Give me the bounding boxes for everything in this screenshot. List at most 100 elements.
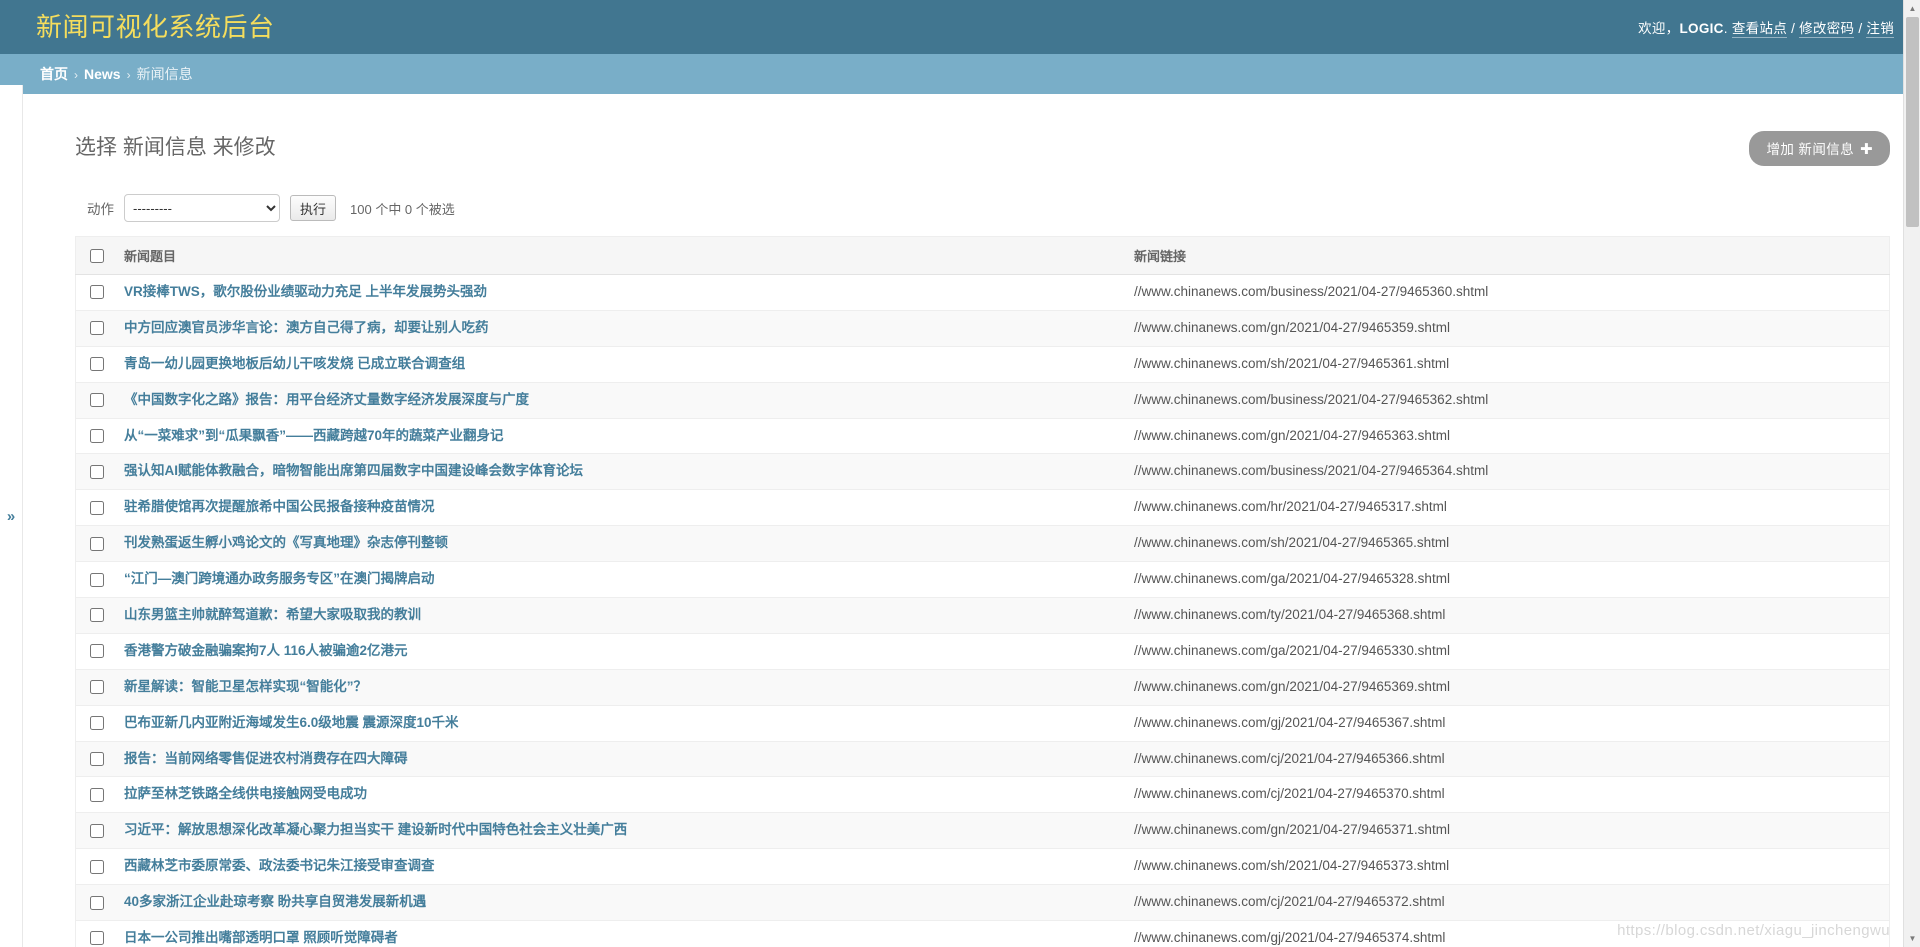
row-select-cell bbox=[76, 598, 115, 634]
content-header: 选择 新闻信息 来修改 增加 新闻信息✚ bbox=[49, 117, 1890, 166]
row-checkbox[interactable] bbox=[90, 824, 104, 838]
row-select-cell bbox=[76, 490, 115, 526]
row-title-link[interactable]: 习近平：解放思想深化改革凝心聚力担当实干 建设新时代中国特色社会主义壮美广西 bbox=[124, 822, 627, 837]
column-header-url[interactable]: 新闻链接 bbox=[1124, 237, 1890, 275]
row-title-link[interactable]: 西藏林芝市委原常委、政法委书记朱江接受审查调查 bbox=[124, 858, 435, 873]
breadcrumb-app[interactable]: News bbox=[84, 66, 121, 82]
row-select-cell bbox=[76, 669, 115, 705]
row-title-link[interactable]: 日本一公司推出嘴部透明口罩 照顾听觉障碍者 bbox=[124, 930, 398, 945]
user-tools: 欢迎，LOGIC. 查看站点/修改密码/注销 bbox=[1638, 17, 1894, 37]
row-url-cell: //www.chinanews.com/sh/2021/04-27/946536… bbox=[1124, 526, 1890, 562]
row-checkbox[interactable] bbox=[90, 896, 104, 910]
main-container: 选择 新闻信息 来修改 增加 新闻信息✚ 动作 --------- 执行 100… bbox=[0, 95, 1920, 947]
row-title-link[interactable]: 《中国数字化之路》报告：用平台经济丈量数字经济发展深度与广度 bbox=[124, 392, 529, 407]
row-title-link[interactable]: 巴布亚新几内亚附近海域发生6.0级地震 震源深度10千米 bbox=[124, 715, 459, 730]
row-checkbox[interactable] bbox=[90, 285, 104, 299]
row-select-cell bbox=[76, 849, 115, 885]
row-select-cell bbox=[76, 741, 115, 777]
page-scrollbar[interactable]: ▲ ▼ bbox=[1903, 0, 1920, 947]
breadcrumb-current: 新闻信息 bbox=[137, 66, 193, 82]
row-url-cell: //www.chinanews.com/ga/2021/04-27/946533… bbox=[1124, 633, 1890, 669]
view-site-link[interactable]: 查看站点 bbox=[1732, 21, 1787, 38]
row-url-cell: //www.chinanews.com/gn/2021/04-27/946537… bbox=[1124, 813, 1890, 849]
row-url-cell: //www.chinanews.com/hr/2021/04-27/946531… bbox=[1124, 490, 1890, 526]
row-title-cell: 从“一菜难求”到“瓜果飘香”——西藏跨越70年的蔬菜产业翻身记 bbox=[114, 418, 1124, 454]
table-row: 青岛一幼儿园更换地板后幼儿干咳发烧 已成立联合调查组 //www.chinanew… bbox=[76, 346, 1890, 382]
row-url-cell: //www.chinanews.com/cj/2021/04-27/946537… bbox=[1124, 777, 1890, 813]
scrollbar-thumb[interactable] bbox=[1906, 17, 1919, 227]
table-row: 新星解读：智能卫星怎样实现“智能化”？ //www.chinanews.com/g… bbox=[76, 669, 1890, 705]
row-title-cell: 日本一公司推出嘴部透明口罩 照顾听觉障碍者 bbox=[114, 921, 1124, 947]
row-url-cell: //www.chinanews.com/ga/2021/04-27/946532… bbox=[1124, 562, 1890, 598]
row-select-cell bbox=[76, 418, 115, 454]
sidebar-toggle-button[interactable]: » bbox=[0, 85, 23, 947]
row-title-link[interactable]: 强认知AI赋能体教融合，暗物智能出席第四届数字中国建设峰会数字体育论坛 bbox=[124, 463, 583, 478]
user-tools-separator-2: / bbox=[1854, 21, 1866, 36]
select-all-checkbox[interactable] bbox=[90, 249, 104, 263]
row-title-link[interactable]: 青岛一幼儿园更换地板后幼儿干咳发烧 已成立联合调查组 bbox=[124, 356, 465, 371]
table-row: 中方回应澳官员涉华言论：澳方自己得了病，却要让别人吃药//www.chinane… bbox=[76, 310, 1890, 346]
row-title-link[interactable]: 中方回应澳官员涉华言论：澳方自己得了病，却要让别人吃药 bbox=[124, 320, 489, 335]
logout-link[interactable]: 注销 bbox=[1866, 21, 1894, 38]
row-title-link[interactable]: VR接棒TWS，歌尔股份业绩驱动力充足 上半年发展势头强劲 bbox=[124, 284, 487, 299]
row-title-link[interactable]: 40多家浙江企业赴琼考察 盼共享自贸港发展新机遇 bbox=[124, 894, 426, 909]
scroll-down-icon[interactable]: ▼ bbox=[1904, 930, 1920, 947]
table-row: 西藏林芝市委原常委、政法委书记朱江接受审查调查//www.chinanews.c… bbox=[76, 849, 1890, 885]
site-header: 新闻可视化系统后台 欢迎，LOGIC. 查看站点/修改密码/注销 bbox=[0, 0, 1920, 54]
row-url-cell: //www.chinanews.com/cj/2021/04-27/946537… bbox=[1124, 885, 1890, 921]
row-title-link[interactable]: 新星解读：智能卫星怎样实现“智能化”？ bbox=[124, 679, 367, 694]
row-checkbox[interactable] bbox=[90, 537, 104, 551]
breadcrumb-home[interactable]: 首页 bbox=[40, 66, 68, 82]
table-row: 《中国数字化之路》报告：用平台经济丈量数字经济发展深度与广度//www.chin… bbox=[76, 382, 1890, 418]
row-checkbox[interactable] bbox=[90, 716, 104, 730]
table-row: 巴布亚新几内亚附近海域发生6.0级地震 震源深度10千米//www.chinan… bbox=[76, 705, 1890, 741]
row-title-link[interactable]: 香港警方破金融骗案拘7人 116人被骗逾2亿港元 bbox=[124, 643, 408, 658]
row-title-cell: 驻希腊使馆再次提醒旅希中国公民报备接种疫苗情况 bbox=[114, 490, 1124, 526]
row-checkbox[interactable] bbox=[90, 608, 104, 622]
row-checkbox[interactable] bbox=[90, 357, 104, 371]
row-title-cell: 巴布亚新几内亚附近海域发生6.0级地震 震源深度10千米 bbox=[114, 705, 1124, 741]
object-tools: 增加 新闻信息✚ bbox=[1749, 131, 1890, 166]
row-checkbox[interactable] bbox=[90, 931, 104, 945]
row-title-link[interactable]: 山东男篮主帅就醉驾道歉：希望大家吸取我的教训 bbox=[124, 607, 421, 622]
row-url-cell: //www.chinanews.com/business/2021/04-27/… bbox=[1124, 275, 1890, 311]
scroll-up-icon[interactable]: ▲ bbox=[1904, 0, 1920, 17]
row-title-link[interactable]: 刊发熟蛋返生孵小鸡论文的《写真地理》杂志停刊整顿 bbox=[124, 535, 448, 550]
row-title-link[interactable]: “江门—澳门跨境通办政务服务专区”在澳门揭牌启动 bbox=[124, 571, 435, 586]
results-table-head: 新闻题目 新闻链接 bbox=[76, 237, 1890, 275]
row-title-link[interactable]: 从“一菜难求”到“瓜果飘香”——西藏跨越70年的蔬菜产业翻身记 bbox=[124, 428, 504, 443]
row-checkbox[interactable] bbox=[90, 680, 104, 694]
row-checkbox[interactable] bbox=[90, 788, 104, 802]
select-all-header bbox=[76, 237, 115, 275]
column-header-title[interactable]: 新闻题目 bbox=[114, 237, 1124, 275]
table-row: 从“一菜难求”到“瓜果飘香”——西藏跨越70年的蔬菜产业翻身记//www.chi… bbox=[76, 418, 1890, 454]
row-checkbox[interactable] bbox=[90, 573, 104, 587]
row-url-cell: //www.chinanews.com/gn/2021/04-27/946536… bbox=[1124, 669, 1890, 705]
row-title-link[interactable]: 报告：当前网络零售促进农村消费存在四大障碍 bbox=[124, 751, 408, 766]
change-password-link[interactable]: 修改密码 bbox=[1799, 21, 1854, 38]
welcome-text: 欢迎， bbox=[1638, 21, 1679, 36]
row-title-cell: 青岛一幼儿园更换地板后幼儿干咳发烧 已成立联合调查组 bbox=[114, 346, 1124, 382]
table-row: 强认知AI赋能体教融合，暗物智能出席第四届数字中国建设峰会数字体育论坛//www… bbox=[76, 454, 1890, 490]
row-title-cell: 强认知AI赋能体教融合，暗物智能出席第四届数字中国建设峰会数字体育论坛 bbox=[114, 454, 1124, 490]
row-select-cell bbox=[76, 921, 115, 947]
row-select-cell bbox=[76, 633, 115, 669]
results-table: 新闻题目 新闻链接 VR接棒TWS，歌尔股份业绩驱动力充足 上半年发展势头强劲 /… bbox=[75, 236, 1890, 947]
row-checkbox[interactable] bbox=[90, 752, 104, 766]
table-row: 拉萨至林芝铁路全线供电接触网受电成功 //www.chinanews.com/cj… bbox=[76, 777, 1890, 813]
action-select[interactable]: --------- bbox=[124, 194, 280, 222]
row-checkbox[interactable] bbox=[90, 501, 104, 515]
run-action-button[interactable]: 执行 bbox=[290, 195, 336, 221]
row-title-link[interactable]: 拉萨至林芝铁路全线供电接触网受电成功 bbox=[124, 786, 367, 801]
row-url-cell: //www.chinanews.com/sh/2021/04-27/946536… bbox=[1124, 346, 1890, 382]
row-title-cell: 《中国数字化之路》报告：用平台经济丈量数字经济发展深度与广度 bbox=[114, 382, 1124, 418]
row-checkbox[interactable] bbox=[90, 465, 104, 479]
row-checkbox[interactable] bbox=[90, 321, 104, 335]
row-checkbox[interactable] bbox=[90, 860, 104, 874]
add-news-button[interactable]: 增加 新闻信息✚ bbox=[1749, 131, 1890, 166]
row-checkbox[interactable] bbox=[90, 644, 104, 658]
row-title-cell: 拉萨至林芝铁路全线供电接触网受电成功 bbox=[114, 777, 1124, 813]
row-title-link[interactable]: 驻希腊使馆再次提醒旅希中国公民报备接种疫苗情况 bbox=[124, 499, 435, 514]
row-checkbox[interactable] bbox=[90, 393, 104, 407]
row-checkbox[interactable] bbox=[90, 429, 104, 443]
